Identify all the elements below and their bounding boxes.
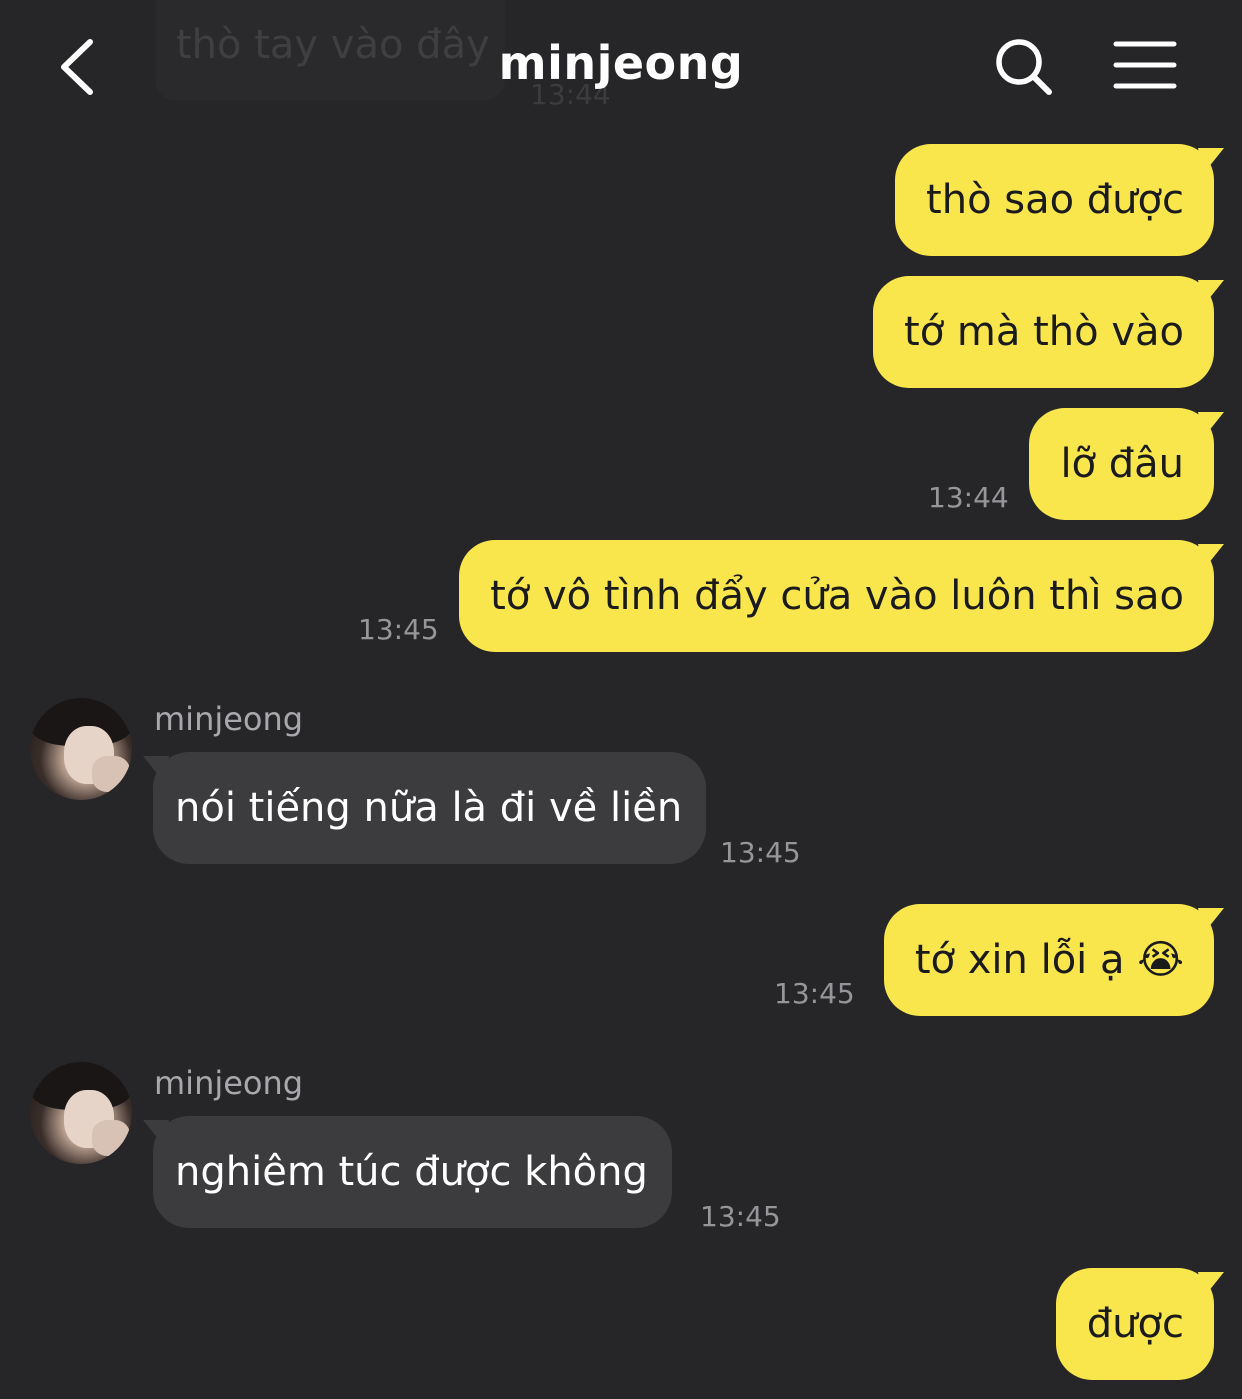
sender-name: minjeong [154,700,304,738]
message-text: nghiêm túc được không [175,1149,648,1195]
avatar[interactable] [30,1062,132,1164]
outgoing-message-bubble[interactable]: tớ vô tình đẩy cửa vào luôn thì sao [459,540,1214,652]
hamburger-menu-icon [1113,41,1177,89]
message-text: lỡ đâu [1060,441,1184,487]
chat-header: thò tay vào đây 13:44 minjeong [0,0,1242,130]
menu-button[interactable] [1112,40,1178,96]
crying-face-emoji: 😭 [1137,937,1184,983]
avatar[interactable] [30,698,132,800]
message-text: được [1086,1301,1184,1347]
message-text: thò sao được [926,177,1184,223]
message-timestamp: 13:45 [720,836,801,869]
message-timestamp: 13:45 [774,977,855,1010]
search-icon [996,39,1052,95]
sender-name: minjeong [154,1064,304,1102]
message-text: tớ xin lỗi ạ [914,937,1125,983]
outgoing-message-bubble[interactable]: được [1055,1268,1214,1380]
incoming-message-bubble[interactable]: nghiêm túc được không [153,1116,672,1228]
message-text: tớ vô tình đẩy cửa vào luôn thì sao [490,573,1184,619]
outgoing-message-bubble[interactable]: tớ mà thò vào [873,276,1214,388]
message-timestamp: 13:45 [700,1200,781,1233]
message-text: tớ mà thò vào [904,309,1184,355]
message-text: nói tiếng nữa là đi về liền [175,785,683,831]
message-timestamp: 13:45 [358,613,439,646]
incoming-message-bubble[interactable]: nói tiếng nữa là đi về liền [153,752,707,864]
outgoing-message-bubble[interactable]: tớ xin lỗi ạ 😭 [883,904,1214,1016]
search-button[interactable] [992,35,1056,103]
outgoing-message-bubble[interactable]: thò sao được [895,144,1214,256]
outgoing-message-bubble[interactable]: lỡ đâu [1029,408,1214,520]
message-timestamp: 13:44 [928,481,1009,514]
